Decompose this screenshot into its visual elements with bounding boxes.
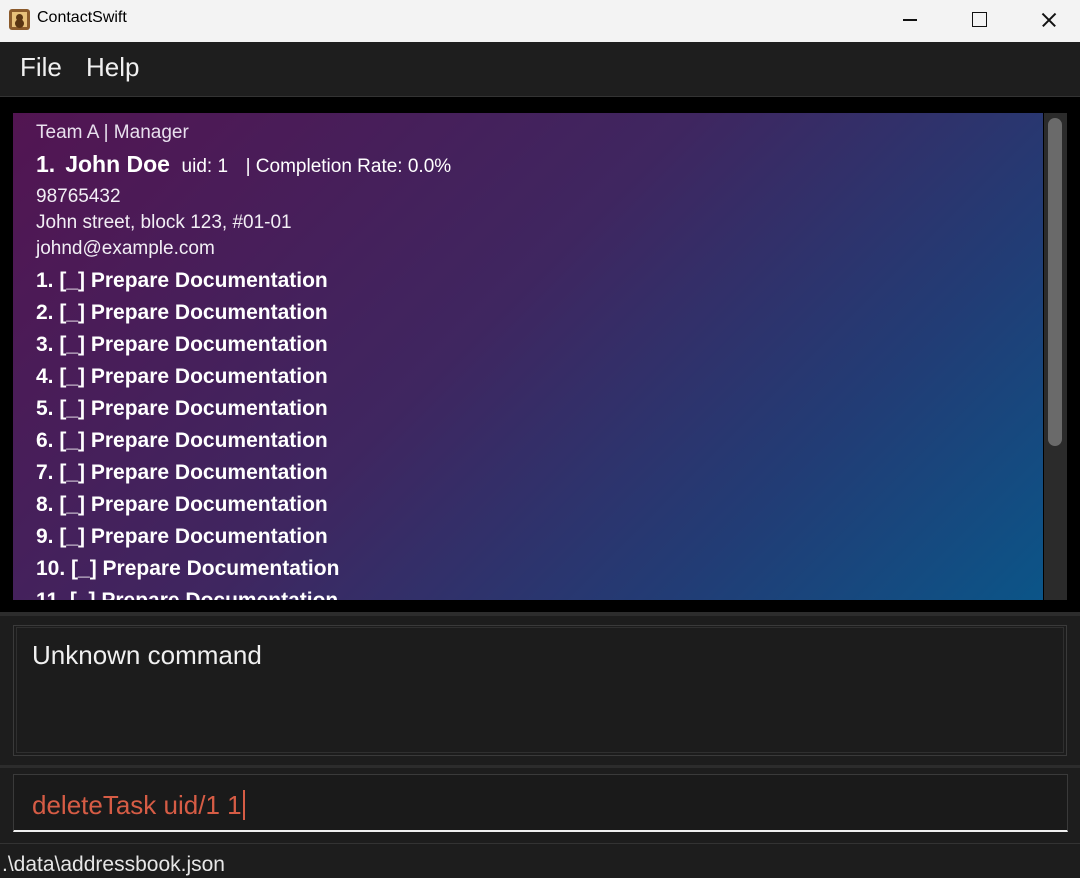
window-title: ContactSwift: [37, 9, 127, 26]
maximize-icon[interactable]: [944, 0, 1014, 42]
save-location: .\data\addressbook.json: [2, 853, 225, 876]
task-item: 6. [_] Prepare Documentation: [36, 429, 328, 452]
text-caret: [242, 790, 245, 820]
task-item: 1. [_] Prepare Documentation: [36, 269, 328, 292]
person-header: 1. John Doe uid: 1 | Completion Rate: 0.0…: [36, 151, 451, 178]
menu-help[interactable]: Help: [86, 52, 139, 83]
command-value: deleteTask uid/1 1: [32, 790, 242, 820]
title-bar: ContactSwift: [0, 0, 1080, 42]
minimize-icon[interactable]: [875, 0, 945, 42]
task-item: 4. [_] Prepare Documentation: [36, 365, 328, 388]
divider: [0, 612, 1080, 616]
close-icon[interactable]: [1014, 0, 1080, 42]
person-tags: Team A | Manager: [36, 122, 189, 143]
task-item: 5. [_] Prepare Documentation: [36, 397, 328, 420]
task-item: 7. [_] Prepare Documentation: [36, 461, 328, 484]
menu-bar: File Help: [0, 42, 1080, 97]
person-phone: 98765432: [36, 186, 121, 207]
menu-file[interactable]: File: [20, 52, 62, 83]
person-email: johnd@example.com: [36, 238, 215, 259]
task-item: 9. [_] Prepare Documentation: [36, 525, 328, 548]
person-index: 1.: [36, 151, 56, 177]
task-list: 1. [_] Prepare Documentation 2. [_] Prep…: [36, 265, 339, 600]
divider: [0, 765, 1080, 768]
task-item: 8. [_] Prepare Documentation: [36, 493, 328, 516]
command-input-text[interactable]: deleteTask uid/1 1: [32, 790, 245, 821]
person-uid: uid: 1: [181, 156, 229, 177]
person-card[interactable]: Team A | Manager 1. John Doe uid: 1 | Com…: [13, 113, 1043, 600]
task-item: 10. [_] Prepare Documentation: [36, 557, 340, 580]
task-item: 11. [_] Prepare Documentation: [36, 585, 339, 600]
task-item: 3. [_] Prepare Documentation: [36, 333, 328, 356]
person-address: John street, block 123, #01-01: [36, 212, 292, 233]
scrollbar-thumb[interactable]: [1048, 118, 1062, 446]
result-message: Unknown command: [32, 640, 262, 670]
task-item: 2. [_] Prepare Documentation: [36, 301, 328, 324]
contacts-app-icon: [9, 9, 30, 30]
completion-rate: | Completion Rate: 0.0%: [245, 156, 452, 177]
person-name: John Doe: [65, 151, 170, 177]
